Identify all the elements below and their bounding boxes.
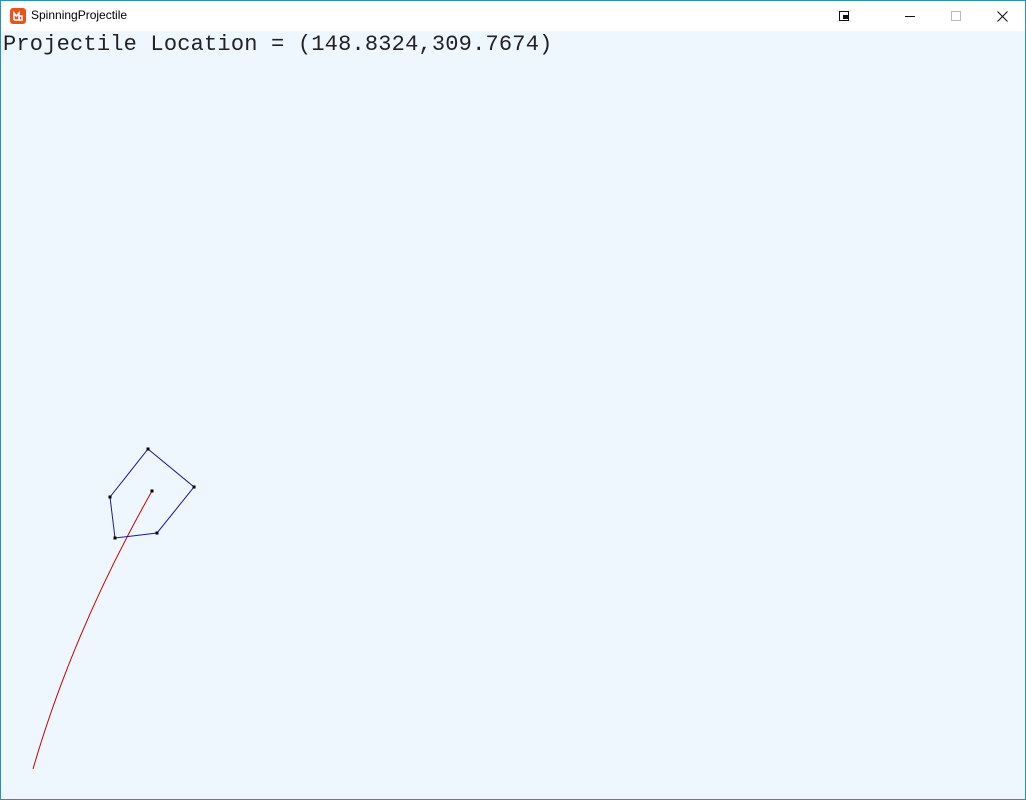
title-bar[interactable]: SpinningProjectile — [1, 1, 1025, 31]
minimize-button[interactable] — [887, 1, 933, 31]
projectile-trail — [32, 490, 153, 770]
minimize-icon — [905, 16, 915, 17]
game-scene — [32, 447, 196, 770]
close-icon — [996, 10, 1008, 22]
maximize-button[interactable] — [933, 1, 979, 31]
window-mode-button[interactable] — [821, 1, 867, 31]
projectile-center — [150, 489, 154, 493]
pentagon-vertex — [113, 536, 117, 540]
pentagon-vertex — [192, 485, 196, 489]
close-button[interactable] — [979, 1, 1025, 31]
window-title: SpinningProjectile — [31, 8, 128, 22]
app-window: SpinningProjectile Projectile Location =… — [0, 0, 1026, 800]
spinning-pentagon — [109, 448, 195, 539]
monogame-logo-icon — [10, 8, 26, 24]
pentagon-vertex — [155, 531, 159, 535]
maximize-icon — [951, 11, 961, 21]
pentagon-vertex — [108, 495, 112, 499]
pentagon-vertex — [146, 447, 150, 451]
game-viewport[interactable]: Projectile Location = (148.8324,309.7674… — [1, 31, 1025, 799]
window-mode-icon — [839, 11, 849, 21]
